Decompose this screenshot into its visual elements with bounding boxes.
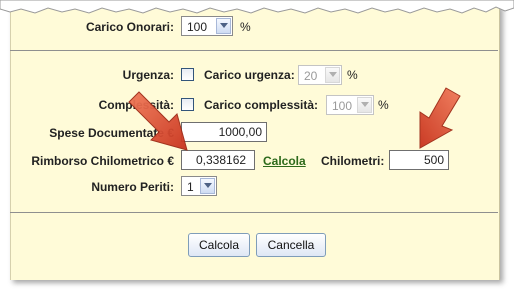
carico-complessita-value: 100	[332, 99, 353, 113]
calcola-button[interactable]: Calcola	[188, 233, 250, 257]
carico-urgenza-unit: %	[347, 68, 358, 82]
chilometri-label: Chilometri:	[321, 154, 385, 168]
carico-onorari-label: Carico Onorari:	[85, 20, 174, 34]
chevron-down-icon	[325, 67, 340, 83]
carico-complessita-unit: %	[378, 98, 389, 112]
pointer-arrow-icon	[128, 91, 188, 151]
carico-onorari-unit: %	[240, 20, 251, 34]
chevron-down-icon[interactable]	[216, 18, 231, 34]
carico-urgenza-select: 20	[298, 65, 342, 85]
carico-urgenza-label: Carico urgenza:	[204, 68, 295, 82]
torn-edge	[0, 0, 514, 14]
urgenza-label: Urgenza:	[122, 68, 174, 82]
carico-complessita-select: 100	[326, 95, 374, 115]
carico-complessita-label: Carico complessità:	[204, 98, 319, 112]
chevron-down-icon[interactable]	[200, 178, 215, 194]
section-divider	[10, 50, 498, 51]
numero-periti-value: 1	[187, 180, 194, 194]
calcola-link[interactable]: Calcola	[263, 154, 306, 168]
carico-urgenza-value: 20	[304, 69, 318, 83]
numero-periti-select[interactable]: 1	[181, 176, 217, 196]
cancella-button[interactable]: Cancella	[256, 233, 326, 257]
section-divider	[10, 212, 498, 213]
urgenza-checkbox[interactable]	[181, 68, 194, 81]
carico-onorari-value: 100	[187, 20, 208, 34]
carico-onorari-select[interactable]: 100	[181, 16, 233, 36]
pointer-arrow-icon	[419, 87, 461, 149]
chevron-down-icon	[357, 97, 372, 113]
numero-periti-label: Numero Periti:	[91, 180, 174, 194]
chilometri-input[interactable]: 500	[389, 150, 449, 170]
